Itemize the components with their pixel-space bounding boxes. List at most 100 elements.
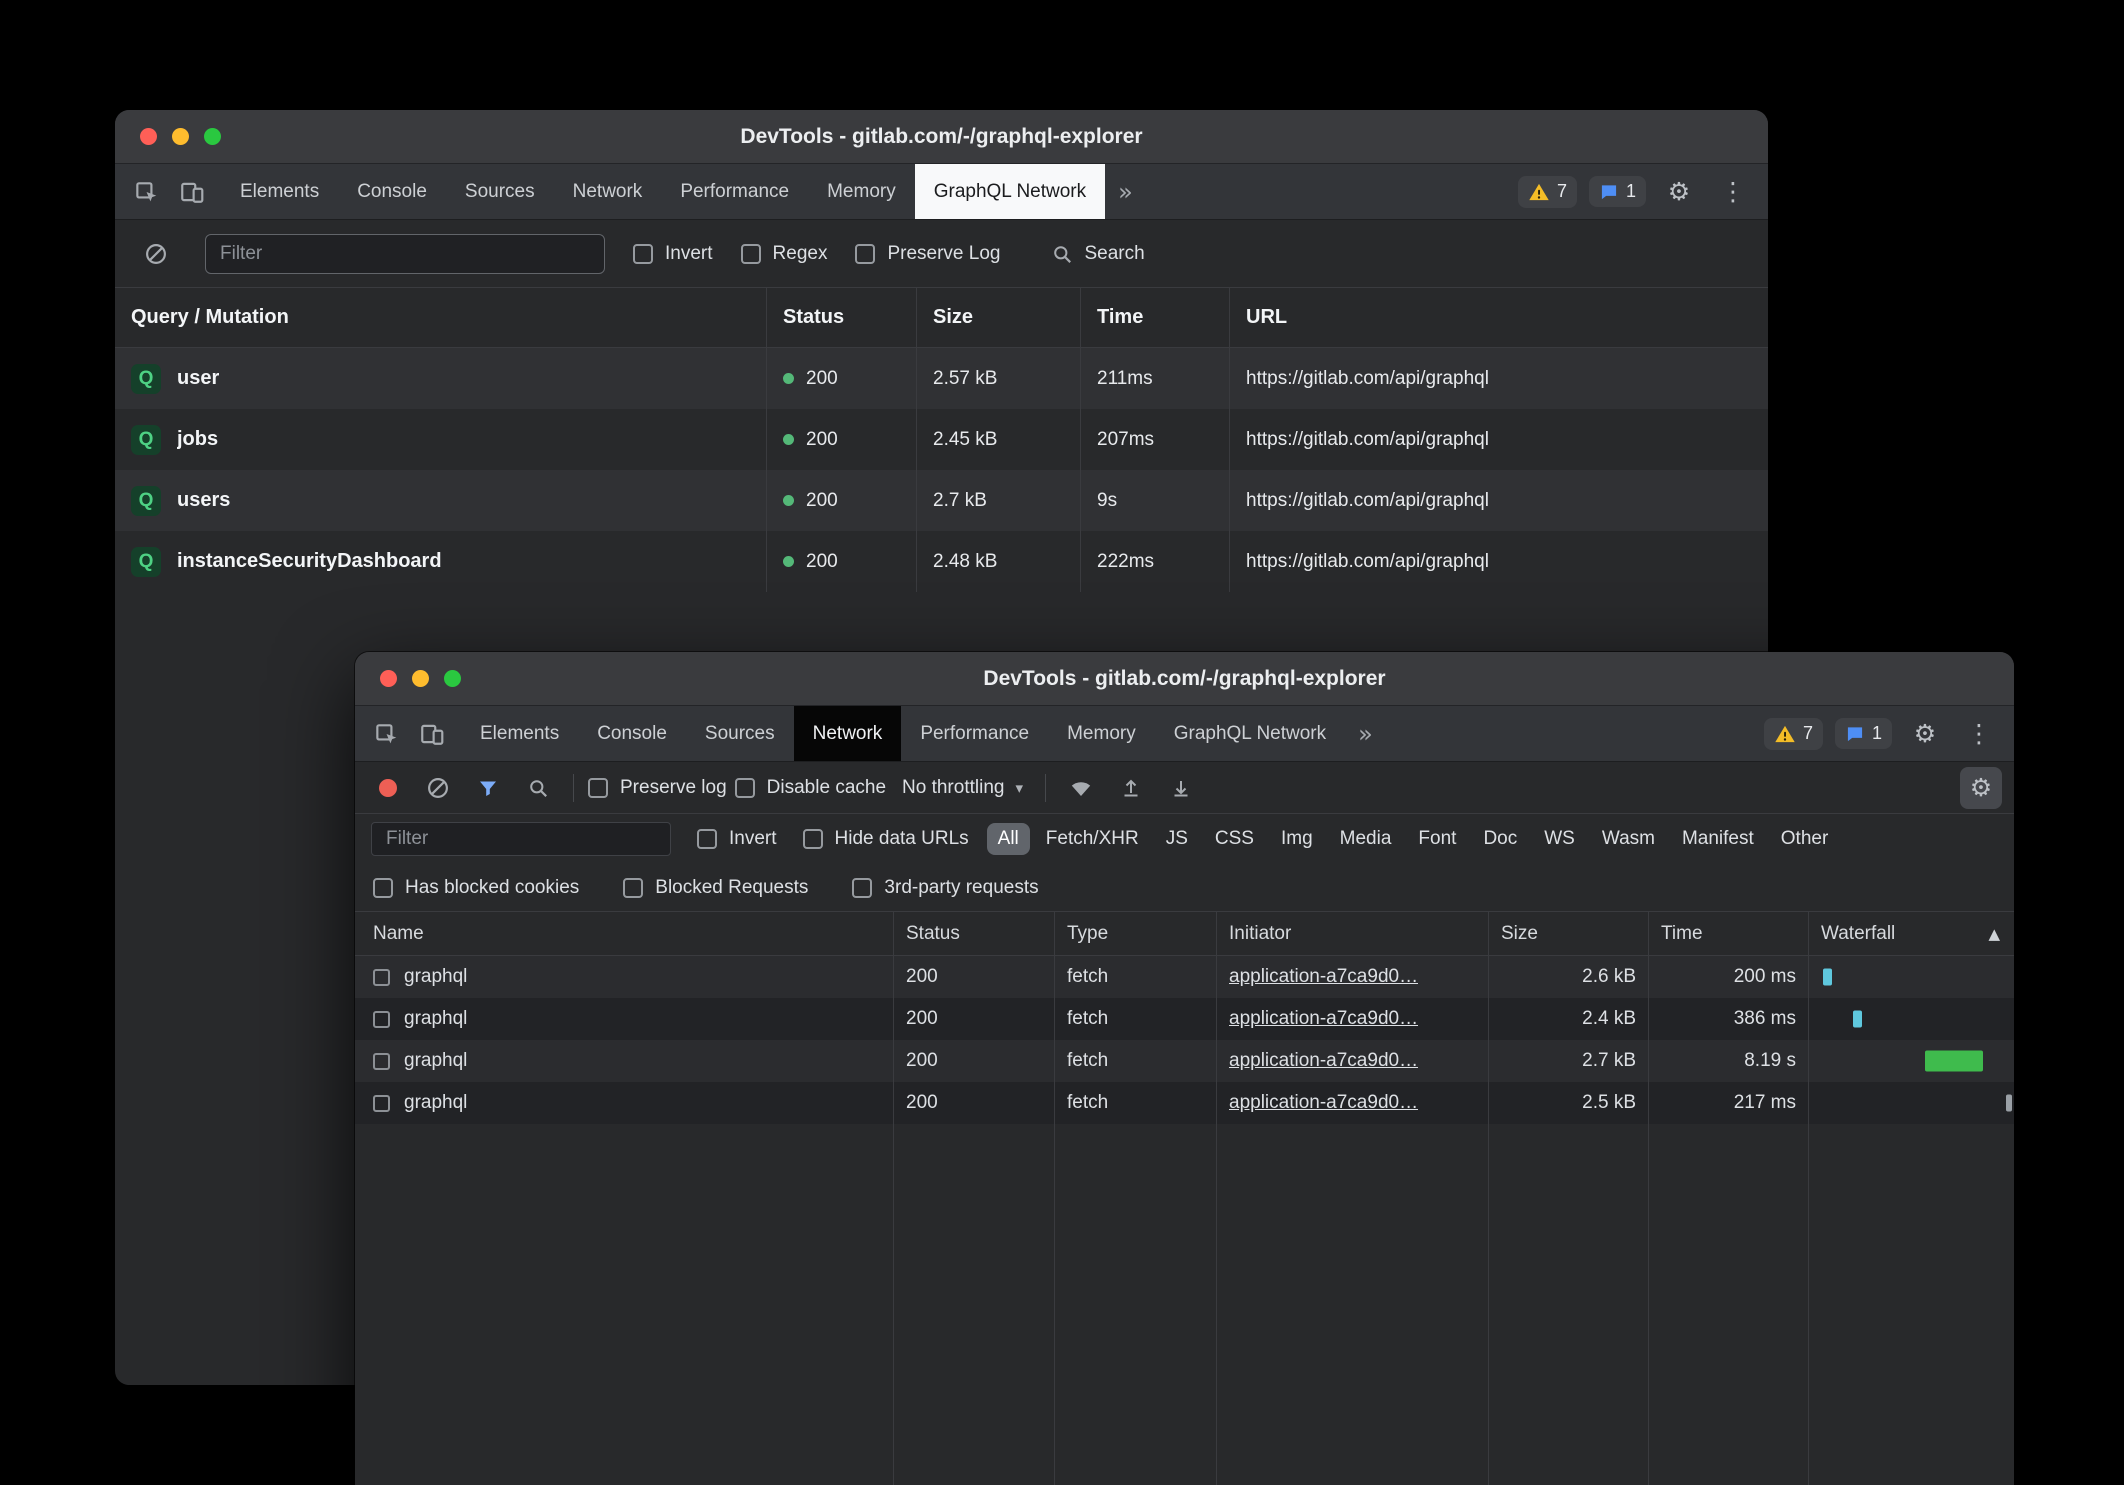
- invert-checkbox[interactable]: Invert: [633, 243, 713, 265]
- tab-elements[interactable]: Elements: [221, 164, 338, 219]
- tab-performance[interactable]: Performance: [901, 706, 1048, 761]
- table-row[interactable]: Q instanceSecurityDashboard 200 2.48 kB …: [115, 531, 1768, 592]
- chat-bubble-icon: [1599, 182, 1619, 202]
- tab-console[interactable]: Console: [338, 164, 446, 219]
- preserve-log-checkbox[interactable]: Preserve Log: [855, 243, 1000, 265]
- request-row[interactable]: graphql 200 fetch application-a7ca9d0… 2…: [355, 1082, 2014, 1124]
- filter-pill-ws[interactable]: WS: [1533, 823, 1586, 855]
- tab-memory[interactable]: Memory: [1048, 706, 1155, 761]
- tab-graphql-network[interactable]: GraphQL Network: [915, 164, 1105, 219]
- column-header-query-mutation[interactable]: Query / Mutation: [115, 288, 767, 347]
- minimize-window-button[interactable]: [412, 670, 429, 687]
- column-header-status[interactable]: Status: [894, 912, 1055, 955]
- has-blocked-cookies-checkbox[interactable]: Has blocked cookies: [373, 877, 579, 899]
- request-row[interactable]: graphql 200 fetch application-a7ca9d0… 2…: [355, 998, 2014, 1040]
- table-row[interactable]: Q users 200 2.7 kB 9s https://gitlab.com…: [115, 470, 1768, 531]
- record-network-log-button[interactable]: [367, 767, 409, 809]
- overflow-menu-icon[interactable]: ⋮: [1712, 171, 1754, 213]
- filter-input[interactable]: [371, 822, 671, 856]
- overflow-menu-icon[interactable]: ⋮: [1958, 713, 2000, 755]
- initiator-link[interactable]: application-a7ca9d0…: [1229, 1092, 1418, 1114]
- preserve-log-checkbox[interactable]: Preserve log: [588, 777, 727, 799]
- status-cell: 200: [767, 409, 917, 470]
- filter-pill-css[interactable]: CSS: [1204, 823, 1265, 855]
- inspect-element-icon[interactable]: [125, 171, 167, 213]
- filter-pill-fetch-xhr[interactable]: Fetch/XHR: [1035, 823, 1150, 855]
- more-tabs-icon[interactable]: »: [1105, 164, 1146, 219]
- column-header-initiator[interactable]: Initiator: [1217, 912, 1489, 955]
- status-cell: 200: [894, 998, 1055, 1040]
- initiator-link[interactable]: application-a7ca9d0…: [1229, 1050, 1418, 1072]
- column-header-type[interactable]: Type: [1055, 912, 1217, 955]
- column-header-name[interactable]: Name: [355, 912, 894, 955]
- column-header-url[interactable]: URL: [1230, 288, 1768, 347]
- row-checkbox[interactable]: [373, 1095, 390, 1112]
- request-row[interactable]: graphql 200 fetch application-a7ca9d0… 2…: [355, 956, 2014, 998]
- filter-pill-other[interactable]: Other: [1770, 823, 1840, 855]
- network-settings-gear-icon[interactable]: ⚙: [1960, 767, 2002, 809]
- column-header-size[interactable]: Size: [1489, 912, 1649, 955]
- minimize-window-button[interactable]: [172, 128, 189, 145]
- filter-pill-js[interactable]: JS: [1155, 823, 1199, 855]
- zoom-window-button[interactable]: [444, 670, 461, 687]
- clear-log-icon[interactable]: [135, 233, 177, 275]
- import-har-icon[interactable]: [1110, 767, 1152, 809]
- disable-cache-checkbox[interactable]: Disable cache: [735, 777, 886, 799]
- filter-pill-font[interactable]: Font: [1407, 823, 1467, 855]
- search-icon[interactable]: [517, 767, 559, 809]
- tab-console[interactable]: Console: [578, 706, 686, 761]
- filter-pill-wasm[interactable]: Wasm: [1591, 823, 1666, 855]
- row-checkbox[interactable]: [373, 1053, 390, 1070]
- inspect-element-icon[interactable]: [365, 713, 407, 755]
- column-header-status[interactable]: Status: [767, 288, 917, 347]
- network-conditions-icon[interactable]: [1060, 767, 1102, 809]
- column-header-size[interactable]: Size: [917, 288, 1081, 347]
- close-window-button[interactable]: [140, 128, 157, 145]
- tab-sources[interactable]: Sources: [686, 706, 794, 761]
- search-button[interactable]: Search: [1050, 242, 1144, 266]
- more-tabs-icon[interactable]: »: [1345, 706, 1386, 761]
- issues-badge[interactable]: 1: [1835, 718, 1892, 749]
- tab-performance[interactable]: Performance: [661, 164, 808, 219]
- filter-pill-doc[interactable]: Doc: [1472, 823, 1528, 855]
- export-har-icon[interactable]: [1160, 767, 1202, 809]
- filter-funnel-icon[interactable]: [467, 767, 509, 809]
- tab-graphql-network[interactable]: GraphQL Network: [1155, 706, 1345, 761]
- issues-badge[interactable]: 1: [1589, 176, 1646, 207]
- throttling-select[interactable]: No throttling ▾: [894, 777, 1031, 799]
- column-header-time[interactable]: Time: [1649, 912, 1809, 955]
- tab-network[interactable]: Network: [554, 164, 662, 219]
- device-toolbar-icon[interactable]: [411, 713, 453, 755]
- device-toolbar-icon[interactable]: [171, 171, 213, 213]
- initiator-link[interactable]: application-a7ca9d0…: [1229, 1008, 1418, 1030]
- filter-pill-media[interactable]: Media: [1329, 823, 1403, 855]
- row-checkbox[interactable]: [373, 969, 390, 986]
- clear-network-log-icon[interactable]: [417, 767, 459, 809]
- filter-pill-img[interactable]: Img: [1270, 823, 1324, 855]
- settings-gear-icon[interactable]: ⚙: [1658, 171, 1700, 213]
- initiator-link[interactable]: application-a7ca9d0…: [1229, 966, 1418, 988]
- warnings-badge[interactable]: 7: [1518, 176, 1577, 208]
- table-row[interactable]: Q jobs 200 2.45 kB 207ms https://gitlab.…: [115, 409, 1768, 470]
- request-row[interactable]: graphql 200 fetch application-a7ca9d0… 2…: [355, 1040, 2014, 1082]
- third-party-requests-checkbox[interactable]: 3rd-party requests: [852, 877, 1038, 899]
- close-window-button[interactable]: [380, 670, 397, 687]
- regex-checkbox[interactable]: Regex: [741, 243, 828, 265]
- filter-pill-manifest[interactable]: Manifest: [1671, 823, 1765, 855]
- invert-checkbox[interactable]: Invert: [697, 828, 777, 850]
- tab-memory[interactable]: Memory: [808, 164, 915, 219]
- filter-pill-all[interactable]: All: [987, 823, 1030, 855]
- blocked-requests-checkbox[interactable]: Blocked Requests: [623, 877, 808, 899]
- filter-input[interactable]: [205, 234, 605, 274]
- warnings-badge[interactable]: 7: [1764, 718, 1823, 750]
- settings-gear-icon[interactable]: ⚙: [1904, 713, 1946, 755]
- tab-network[interactable]: Network: [794, 706, 902, 761]
- row-checkbox[interactable]: [373, 1011, 390, 1028]
- table-row[interactable]: Q user 200 2.57 kB 211ms https://gitlab.…: [115, 348, 1768, 409]
- tab-elements[interactable]: Elements: [461, 706, 578, 761]
- tab-sources[interactable]: Sources: [446, 164, 554, 219]
- hide-data-urls-checkbox[interactable]: Hide data URLs: [803, 828, 969, 850]
- column-header-time[interactable]: Time: [1081, 288, 1230, 347]
- column-header-waterfall[interactable]: Waterfall ▲: [1809, 912, 2014, 955]
- zoom-window-button[interactable]: [204, 128, 221, 145]
